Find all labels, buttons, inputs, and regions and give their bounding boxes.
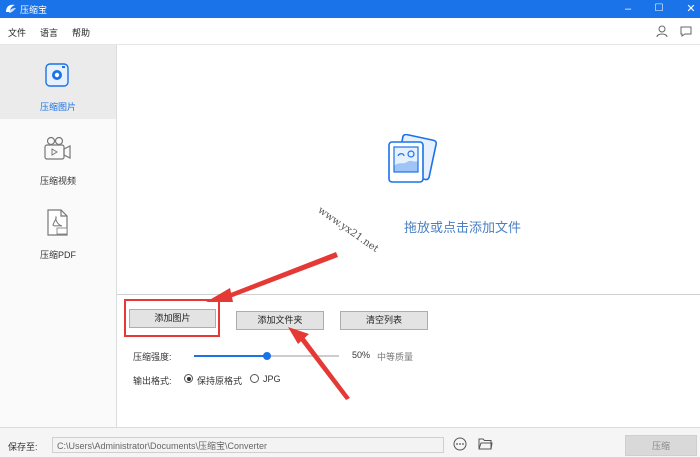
add-folder-button[interactable]: 添加文件夹	[236, 311, 324, 330]
radio-jpg-label[interactable]: JPG	[263, 374, 281, 384]
sidebar-item-label: 压缩视频	[39, 176, 76, 186]
chat-icon[interactable]	[679, 24, 693, 38]
video-camera-icon	[44, 136, 71, 160]
quality-text: 中等质量	[377, 352, 414, 362]
drop-zone-text: 拖放或点击添加文件	[403, 220, 521, 235]
compression-slider-fill	[194, 355, 267, 357]
compression-slider-thumb[interactable]	[262, 352, 271, 360]
radio-jpg[interactable]	[250, 374, 259, 383]
image-compress-icon	[45, 63, 69, 87]
sidebar-item-compress-video[interactable]: 压缩视频	[0, 119, 116, 193]
clear-list-button[interactable]: 清空列表	[340, 311, 428, 330]
sidebar-item-compress-image[interactable]: 压缩图片	[0, 45, 116, 119]
compression-slider[interactable]	[194, 352, 339, 360]
app-logo-icon	[6, 4, 16, 13]
compress-button[interactable]: 压缩	[625, 435, 697, 456]
user-icon[interactable]	[655, 24, 669, 38]
window-title: 压缩宝	[20, 5, 48, 15]
radio-keep-format-label[interactable]: 保持原格式	[197, 374, 242, 387]
output-format-label: 输出格式:	[133, 376, 172, 386]
save-to-label: 保存至:	[8, 442, 38, 452]
annotation-highlight-box	[124, 299, 220, 337]
menu-help[interactable]: 帮助	[72, 26, 90, 39]
menu-language[interactable]: 语言	[40, 26, 58, 39]
image-stack-icon	[388, 134, 438, 183]
radio-keep-format[interactable]	[184, 374, 193, 383]
maximize-button[interactable]: ☐	[644, 0, 674, 18]
sidebar-item-compress-pdf[interactable]: 压缩PDF	[0, 193, 116, 267]
title-bar: 压缩宝 – ☐ ✕	[0, 0, 700, 18]
more-options-icon[interactable]	[453, 437, 467, 451]
footer-bar: 保存至: 压缩	[0, 427, 700, 457]
save-path-input[interactable]	[52, 437, 444, 453]
main-panel: 拖放或点击添加文件	[117, 45, 700, 427]
menu-bar: 文件 语言 帮助	[0, 18, 700, 45]
compression-label: 压缩强度:	[133, 352, 172, 362]
pdf-file-icon	[47, 209, 68, 236]
folder-open-icon[interactable]	[478, 437, 493, 450]
compression-value: 50%	[352, 350, 371, 360]
minimize-button[interactable]: –	[613, 0, 643, 18]
drop-zone[interactable]: 拖放或点击添加文件	[117, 45, 700, 295]
menu-file[interactable]: 文件	[8, 26, 26, 39]
sidebar-item-label: 压缩PDF	[39, 250, 76, 260]
sidebar-item-label: 压缩图片	[39, 102, 76, 112]
sidebar: 压缩图片 压缩视频 压缩PDF	[0, 45, 117, 427]
close-button[interactable]: ✕	[676, 0, 700, 18]
